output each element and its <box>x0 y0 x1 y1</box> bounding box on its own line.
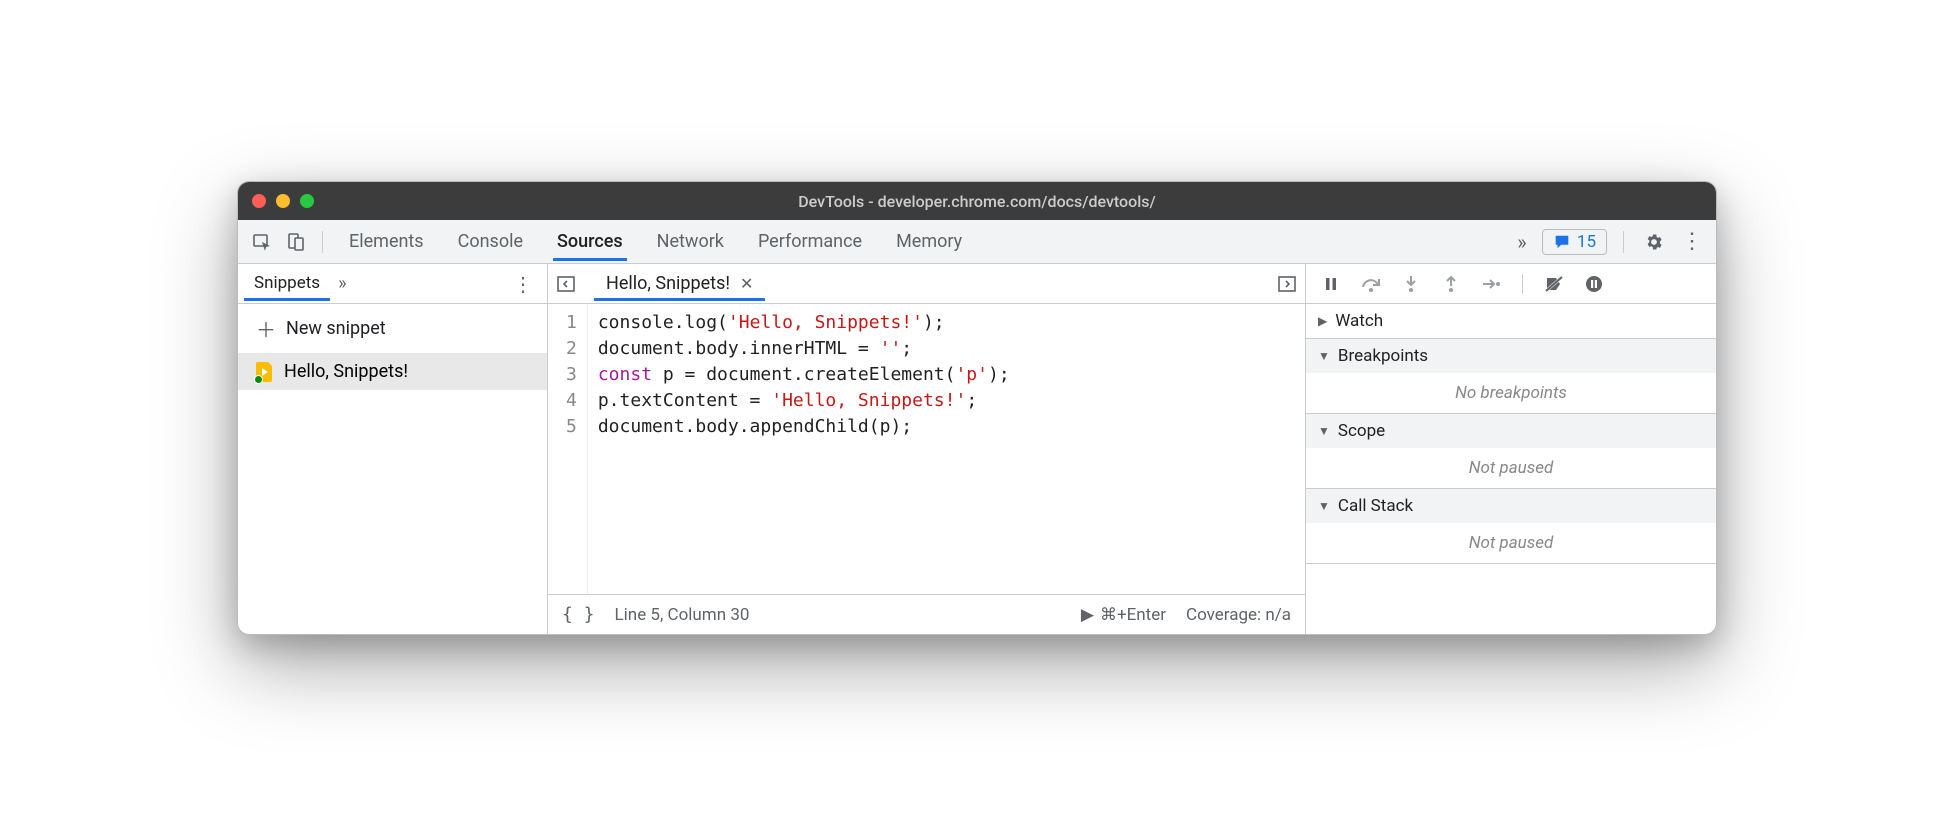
minimize-window-button[interactable] <box>276 194 290 208</box>
line-gutter: 12345 <box>548 304 588 594</box>
issues-count: 15 <box>1577 232 1596 252</box>
step-out-icon[interactable] <box>1438 271 1464 297</box>
tab-sources[interactable]: Sources <box>553 223 627 261</box>
editor-statusbar: { } Line 5, Column 30 ▶ ⌘+Enter Coverage… <box>548 594 1305 634</box>
navigator-toggle-left-icon[interactable] <box>554 272 578 296</box>
main-area: Snippets » ⋮ ＋ New snippet Hello, Snippe… <box>238 264 1716 634</box>
kebab-menu-icon[interactable]: ⋮ <box>1678 228 1706 256</box>
device-toggle-icon[interactable] <box>282 228 310 256</box>
tab-console[interactable]: Console <box>454 223 527 261</box>
plus-icon: ＋ <box>256 314 276 343</box>
section-watch[interactable]: ▶ Watch <box>1306 304 1716 338</box>
editor-tabbar: Hello, Snippets! ✕ <box>548 264 1305 304</box>
step-icon[interactable] <box>1478 271 1504 297</box>
step-into-icon[interactable] <box>1398 271 1424 297</box>
toolbar-divider <box>322 231 323 253</box>
code-content: console.log('Hello, Snippets!');document… <box>588 304 1020 594</box>
debug-toolbar <box>1306 264 1716 304</box>
tab-elements[interactable]: Elements <box>345 223 428 261</box>
triangle-down-icon: ▼ <box>1318 424 1330 438</box>
debugger-toggle-right-icon[interactable] <box>1275 272 1299 296</box>
triangle-down-icon: ▼ <box>1318 499 1330 513</box>
file-tab-label: Hello, Snippets! <box>606 273 730 294</box>
devtools-window: DevTools - developer.chrome.com/docs/dev… <box>237 181 1717 635</box>
tab-memory[interactable]: Memory <box>892 223 966 261</box>
new-snippet-label: New snippet <box>286 318 386 339</box>
new-snippet-button[interactable]: ＋ New snippet <box>238 304 547 353</box>
section-title: Breakpoints <box>1338 346 1428 366</box>
toolbar-divider <box>1623 231 1624 253</box>
modified-indicator-icon <box>254 375 263 384</box>
settings-icon[interactable] <box>1640 228 1668 256</box>
issues-icon <box>1553 233 1571 251</box>
cursor-position: Line 5, Column 30 <box>615 605 750 625</box>
panel-tabs: Elements Console Sources Network Performance… <box>345 223 1502 261</box>
window-controls <box>252 194 314 208</box>
snippet-item-label: Hello, Snippets! <box>284 361 408 382</box>
section-call-stack[interactable]: ▼ Call Stack <box>1306 489 1716 523</box>
sidebar-more-tabs-icon[interactable]: » <box>338 273 346 294</box>
close-tab-icon[interactable]: ✕ <box>740 274 753 293</box>
code-editor[interactable]: 12345 console.log('Hello, Snippets!');do… <box>548 304 1305 594</box>
section-body: Not paused <box>1306 523 1716 563</box>
section-body: No breakpoints <box>1306 373 1716 413</box>
inspect-element-icon[interactable] <box>248 228 276 256</box>
titlebar: DevTools - developer.chrome.com/docs/dev… <box>238 182 1716 220</box>
issues-badge[interactable]: 15 <box>1542 229 1607 255</box>
pretty-print-icon[interactable]: { } <box>562 604 595 625</box>
editor-file-tab[interactable]: Hello, Snippets! ✕ <box>594 267 765 301</box>
tab-network[interactable]: Network <box>653 223 728 261</box>
section-title: Watch <box>1335 311 1383 331</box>
triangle-down-icon: ▼ <box>1318 349 1330 363</box>
toolbar-right: 15 ⋮ <box>1542 228 1706 256</box>
triangle-right-icon: ▶ <box>1318 314 1327 328</box>
more-tabs-icon[interactable]: » <box>1508 228 1536 256</box>
debug-divider <box>1522 274 1523 294</box>
section-scope[interactable]: ▼ Scope <box>1306 414 1716 448</box>
window-title: DevTools - developer.chrome.com/docs/dev… <box>238 192 1716 211</box>
section-title: Scope <box>1338 421 1385 441</box>
main-toolbar: Elements Console Sources Network Performance… <box>238 220 1716 264</box>
pause-on-exceptions-icon[interactable] <box>1581 271 1607 297</box>
section-body: Not paused <box>1306 448 1716 488</box>
step-over-icon[interactable] <box>1358 271 1384 297</box>
play-icon: ▶ <box>1081 605 1094 625</box>
navigator-sidebar: Snippets » ⋮ ＋ New snippet Hello, Snippe… <box>238 264 548 634</box>
snippet-file-icon <box>256 362 274 382</box>
coverage-status: Coverage: n/a <box>1186 605 1291 625</box>
section-title: Call Stack <box>1338 496 1413 516</box>
pause-icon[interactable] <box>1318 271 1344 297</box>
close-window-button[interactable] <box>252 194 266 208</box>
maximize-window-button[interactable] <box>300 194 314 208</box>
sidebar-kebab-icon[interactable]: ⋮ <box>505 272 541 296</box>
sidebar-tab-snippets[interactable]: Snippets <box>244 267 330 301</box>
debugger-pane: ▶ Watch ▼ Breakpoints No breakpoints ▼ Scope No… <box>1306 264 1716 634</box>
tab-performance[interactable]: Performance <box>754 223 866 261</box>
section-breakpoints[interactable]: ▼ Breakpoints <box>1306 339 1716 373</box>
run-shortcut-label: ⌘+Enter <box>1100 605 1166 625</box>
editor-pane: Hello, Snippets! ✕ 12345 console.log('He… <box>548 264 1306 634</box>
run-snippet-button[interactable]: ▶ ⌘+Enter <box>1081 605 1166 625</box>
deactivate-breakpoints-icon[interactable] <box>1541 271 1567 297</box>
snippet-list-item[interactable]: Hello, Snippets! <box>238 353 547 390</box>
sidebar-header: Snippets » ⋮ <box>238 264 547 304</box>
